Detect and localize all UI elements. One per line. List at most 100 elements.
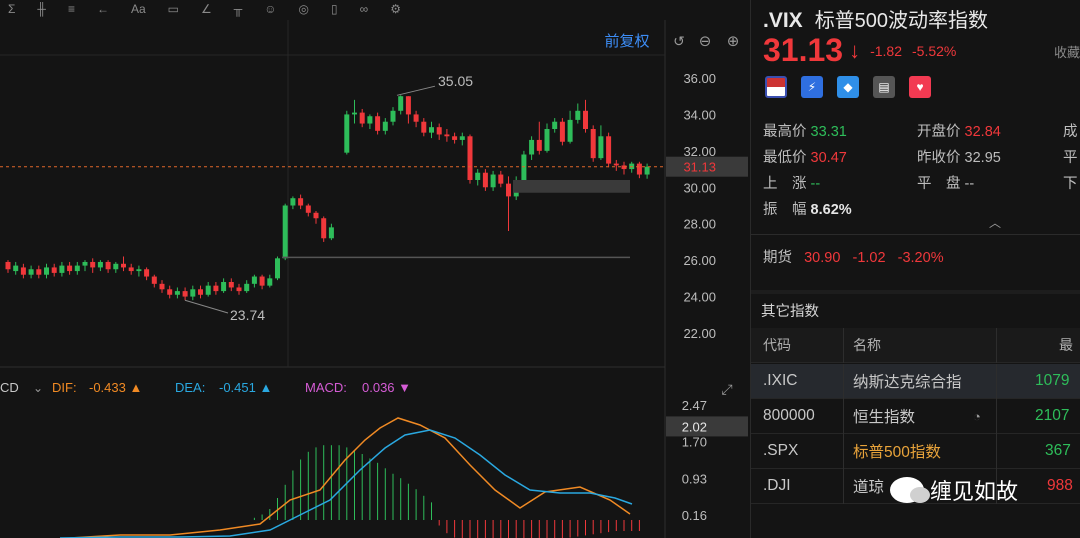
drawing-toolbar: Σ ╫ ≡ ← Aa ▭ ∠ ╥ ☺ ◎ ▯ ∞ ⚙ bbox=[0, 0, 660, 18]
macd-value: 0.036 ▼ bbox=[362, 380, 411, 395]
toolbar-tool-8[interactable]: ☺ bbox=[264, 2, 276, 16]
toolbar-tool-7[interactable]: ╥ bbox=[234, 2, 243, 16]
candle-body bbox=[482, 172, 488, 188]
row-name: 标普500指数 bbox=[853, 444, 941, 461]
chevron-down-icon: ⌄ bbox=[33, 381, 43, 395]
favorite-button[interactable]: 收藏 bbox=[1054, 42, 1080, 61]
high-label: 最高价 bbox=[763, 124, 807, 140]
candle-body bbox=[382, 121, 388, 131]
row-last: 1079 bbox=[1035, 372, 1070, 389]
last-price: 31.13 bbox=[763, 32, 844, 68]
prev-close-label: 昨收价 bbox=[917, 150, 961, 166]
table-row[interactable]: 800000 恒生指数 ◔ 2107 bbox=[751, 399, 1080, 434]
toolbar-tool-5[interactable]: ▭ bbox=[168, 2, 179, 16]
current-price-tag: 31.13 bbox=[683, 160, 716, 175]
dif-line bbox=[69, 417, 631, 538]
row-name: 恒生指数 bbox=[853, 409, 916, 426]
down-arrow-icon: ↓ bbox=[849, 37, 861, 63]
col-code-header[interactable]: 代码 bbox=[763, 335, 791, 355]
toolbar-tool-9[interactable]: ◎ bbox=[299, 2, 309, 16]
futures-change: -1.02 bbox=[852, 250, 886, 266]
candle-body bbox=[121, 263, 126, 268]
price-axis-label: 36.00 bbox=[683, 71, 716, 86]
candle-body bbox=[190, 289, 196, 297]
candle-body bbox=[621, 165, 627, 170]
candle-body bbox=[236, 287, 242, 292]
candle-body bbox=[205, 285, 211, 295]
toolbar-tool-6[interactable]: ∠ bbox=[201, 2, 212, 16]
high-annotation-line bbox=[396, 85, 436, 96]
candle-body bbox=[51, 267, 57, 273]
toolbar-tool-0[interactable]: Σ bbox=[8, 2, 15, 16]
candle-body bbox=[282, 205, 288, 259]
us-flag-icon[interactable] bbox=[765, 76, 787, 98]
open-label: 开盘价 bbox=[917, 124, 961, 140]
row-code: 800000 bbox=[763, 407, 815, 424]
expand-icon: ⤢ bbox=[721, 381, 732, 397]
flash-icon[interactable]: ⚡ bbox=[801, 76, 823, 98]
candle-body bbox=[44, 267, 49, 275]
candle-body bbox=[82, 261, 88, 266]
stat-col3-row3: 下 bbox=[1063, 176, 1078, 192]
amplitude-label: 振 幅 bbox=[763, 202, 807, 218]
candle-body bbox=[344, 114, 350, 153]
toolbar-tool-11[interactable]: ∞ bbox=[360, 2, 369, 16]
price-axis-label: 28.00 bbox=[683, 217, 716, 232]
price-axis-label: 32.00 bbox=[683, 144, 716, 159]
chart-canvas[interactable]: 36.00 34.00 32.00 30.00 28.00 26.00 24.00 22.00… bbox=[0, 0, 750, 538]
heart-icon[interactable]: ♥ bbox=[909, 76, 931, 98]
candle-body bbox=[259, 276, 265, 286]
tag-icon[interactable]: ◆ bbox=[837, 76, 859, 98]
col-last-header[interactable]: 最 bbox=[1059, 335, 1073, 355]
dif-value: -0.433 ▲ bbox=[89, 380, 142, 395]
candle-body bbox=[552, 121, 558, 129]
candle-body bbox=[213, 285, 219, 292]
table-row[interactable]: .IXIC 纳斯达克综合指 1079 bbox=[751, 364, 1080, 399]
note-icon[interactable]: ▤ bbox=[873, 76, 895, 98]
row-last: 988 bbox=[1047, 477, 1073, 494]
dea-label: DEA: bbox=[175, 380, 205, 395]
chevron-up-icon[interactable]: ︿ bbox=[989, 214, 1001, 231]
futures-change-pct: -3.20% bbox=[897, 250, 944, 266]
price-change-pct: -5.52% bbox=[912, 42, 957, 59]
watermark: 缠见如故 bbox=[890, 474, 1018, 506]
open-value: 32.84 bbox=[964, 124, 1001, 140]
candle-body bbox=[182, 291, 188, 297]
macd-tag-bg bbox=[666, 416, 748, 437]
candlestick-chart-panel[interactable]: 36.00 34.00 32.00 30.00 28.00 26.00 24.00 22.00… bbox=[0, 0, 750, 538]
candle-body bbox=[136, 269, 142, 272]
macd-axis-label: 0.16 bbox=[682, 508, 707, 523]
candle-body bbox=[328, 227, 334, 239]
wechat-logo-icon bbox=[890, 477, 930, 503]
table-row[interactable]: .SPX 标普500指数 367 bbox=[751, 434, 1080, 469]
candle-body bbox=[13, 265, 19, 272]
macd-axis-label: 0.93 bbox=[682, 471, 707, 486]
candle-body bbox=[506, 183, 511, 197]
candle-body bbox=[436, 127, 442, 135]
candle-body bbox=[467, 136, 473, 180]
stat-col3-row1: 成 bbox=[1063, 124, 1078, 140]
macd-axis-label: 1.70 bbox=[682, 435, 707, 450]
futures-row[interactable]: 期货 30.90 -1.02 -3.20% bbox=[763, 246, 944, 267]
candle-body bbox=[221, 282, 227, 292]
candle-body bbox=[151, 276, 157, 284]
candle-body bbox=[375, 116, 381, 131]
toolbar-tool-3[interactable]: ← bbox=[97, 2, 109, 16]
candle-body bbox=[498, 174, 504, 184]
candle-body bbox=[544, 129, 550, 151]
undo-icon: ↺ bbox=[673, 33, 685, 49]
adjust-mode-label: 前复权 bbox=[604, 32, 649, 50]
toolbar-tool-1[interactable]: ╫ bbox=[37, 2, 46, 16]
macd-prefix: CD bbox=[0, 380, 19, 395]
toolbar-tool-4[interactable]: Aa bbox=[131, 2, 146, 16]
candle-body bbox=[244, 283, 250, 292]
col-name-header[interactable]: 名称 bbox=[853, 335, 881, 355]
candle-body bbox=[105, 261, 111, 270]
toolbar-tool-2[interactable]: ≡ bbox=[68, 2, 75, 16]
price-change: -1.82 bbox=[870, 42, 902, 59]
toolbar-tool-12[interactable]: ⚙ bbox=[390, 2, 401, 16]
toolbar-tool-10[interactable]: ▯ bbox=[331, 2, 338, 16]
divider bbox=[751, 290, 1080, 294]
candle-body bbox=[67, 265, 73, 272]
symbol-name: 标普500波动率指数 bbox=[814, 10, 989, 32]
